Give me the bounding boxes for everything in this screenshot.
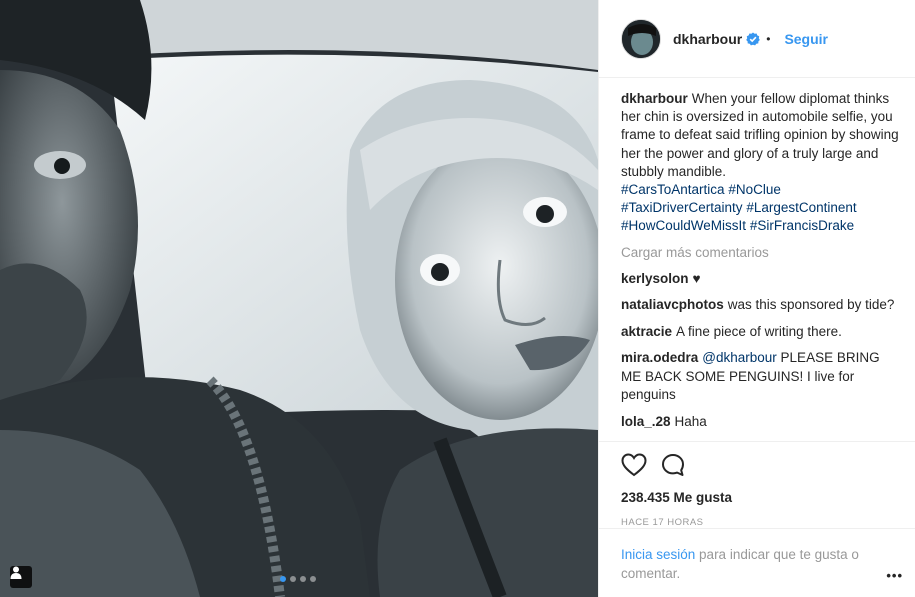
comment-text: A fine piece of writing there. <box>676 323 842 339</box>
carousel-dot[interactable] <box>280 576 286 582</box>
comment-text: ♥ <box>692 270 701 286</box>
user-tag-icon[interactable] <box>10 566 32 588</box>
post-caption: dkharbour When your fellow diplomat think… <box>621 90 899 236</box>
login-link[interactable]: Inicia sesión <box>621 547 695 562</box>
follow-button[interactable]: Seguir <box>784 31 828 47</box>
comment-item: lola_.28 Haha <box>621 413 899 432</box>
more-options-button[interactable]: ••• <box>886 568 903 583</box>
hashtag-link[interactable]: #LargestContinent <box>746 200 856 215</box>
post-header: dkharbour • Seguir <box>599 0 915 78</box>
header-username[interactable]: dkharbour <box>673 31 742 47</box>
post-sidebar: dkharbour • Seguir dkharbour When your fe… <box>598 0 915 597</box>
comment-username[interactable]: aktracie <box>621 324 672 339</box>
comment-username[interactable]: lola_.28 <box>621 414 671 429</box>
comment-item: kerlysolon ♥ <box>621 270 899 289</box>
hashtag-link[interactable]: #HowCouldWeMissIt <box>621 218 746 233</box>
load-more-comments-button[interactable]: Cargar más comentarios <box>621 244 899 262</box>
caption-username[interactable]: dkharbour <box>621 91 688 106</box>
comment-text: Haha <box>674 413 707 429</box>
instagram-post: dkharbour • Seguir dkharbour When your fe… <box>0 0 915 597</box>
separator-bullet: • <box>766 31 771 46</box>
comment-icon[interactable] <box>661 453 685 480</box>
hashtag-link[interactable]: #CarsToAntartica <box>621 182 725 197</box>
comment-username[interactable]: kerlysolon <box>621 271 689 286</box>
action-icons <box>621 452 900 480</box>
comment-item: nataliavcphotos was this sponsored by tid… <box>621 296 899 315</box>
comment-item: aktracie A fine piece of writing there. <box>621 323 899 342</box>
comment-item: mira.odedra @dkharbour PLEASE BRING ME BA… <box>621 349 899 405</box>
carousel-indicator <box>280 576 316 582</box>
hashtag-link[interactable]: #TaxiDriverCertainty <box>621 200 743 215</box>
carousel-dot[interactable] <box>310 576 316 582</box>
hashtag-link[interactable]: #SirFrancisDrake <box>750 218 854 233</box>
comment-username[interactable]: mira.odedra <box>621 350 698 365</box>
comment-username[interactable]: nataliavcphotos <box>621 297 724 312</box>
post-timestamp[interactable]: HACE 17 HORAS <box>621 517 900 528</box>
carousel-dot[interactable] <box>300 576 306 582</box>
carousel-dot[interactable] <box>290 576 296 582</box>
comment-text: was this sponsored by tide? <box>727 297 895 313</box>
post-actions: 238.435 Me gusta HACE 17 HORAS <box>599 441 915 528</box>
login-prompt: Inicia sesión para indicar que te gusta … <box>599 528 915 583</box>
avatar[interactable] <box>621 18 661 59</box>
verified-badge-icon <box>746 32 761 46</box>
likes-count[interactable]: 238.435 Me gusta <box>621 490 900 505</box>
selfie-image <box>0 0 598 597</box>
comments-list: dkharbour When your fellow diplomat think… <box>599 78 915 440</box>
hashtag-link[interactable]: #NoClue <box>728 182 781 197</box>
comment-mention-link[interactable]: @dkharbour <box>702 350 777 365</box>
heart-icon[interactable] <box>621 452 647 480</box>
post-photo[interactable] <box>0 0 598 597</box>
